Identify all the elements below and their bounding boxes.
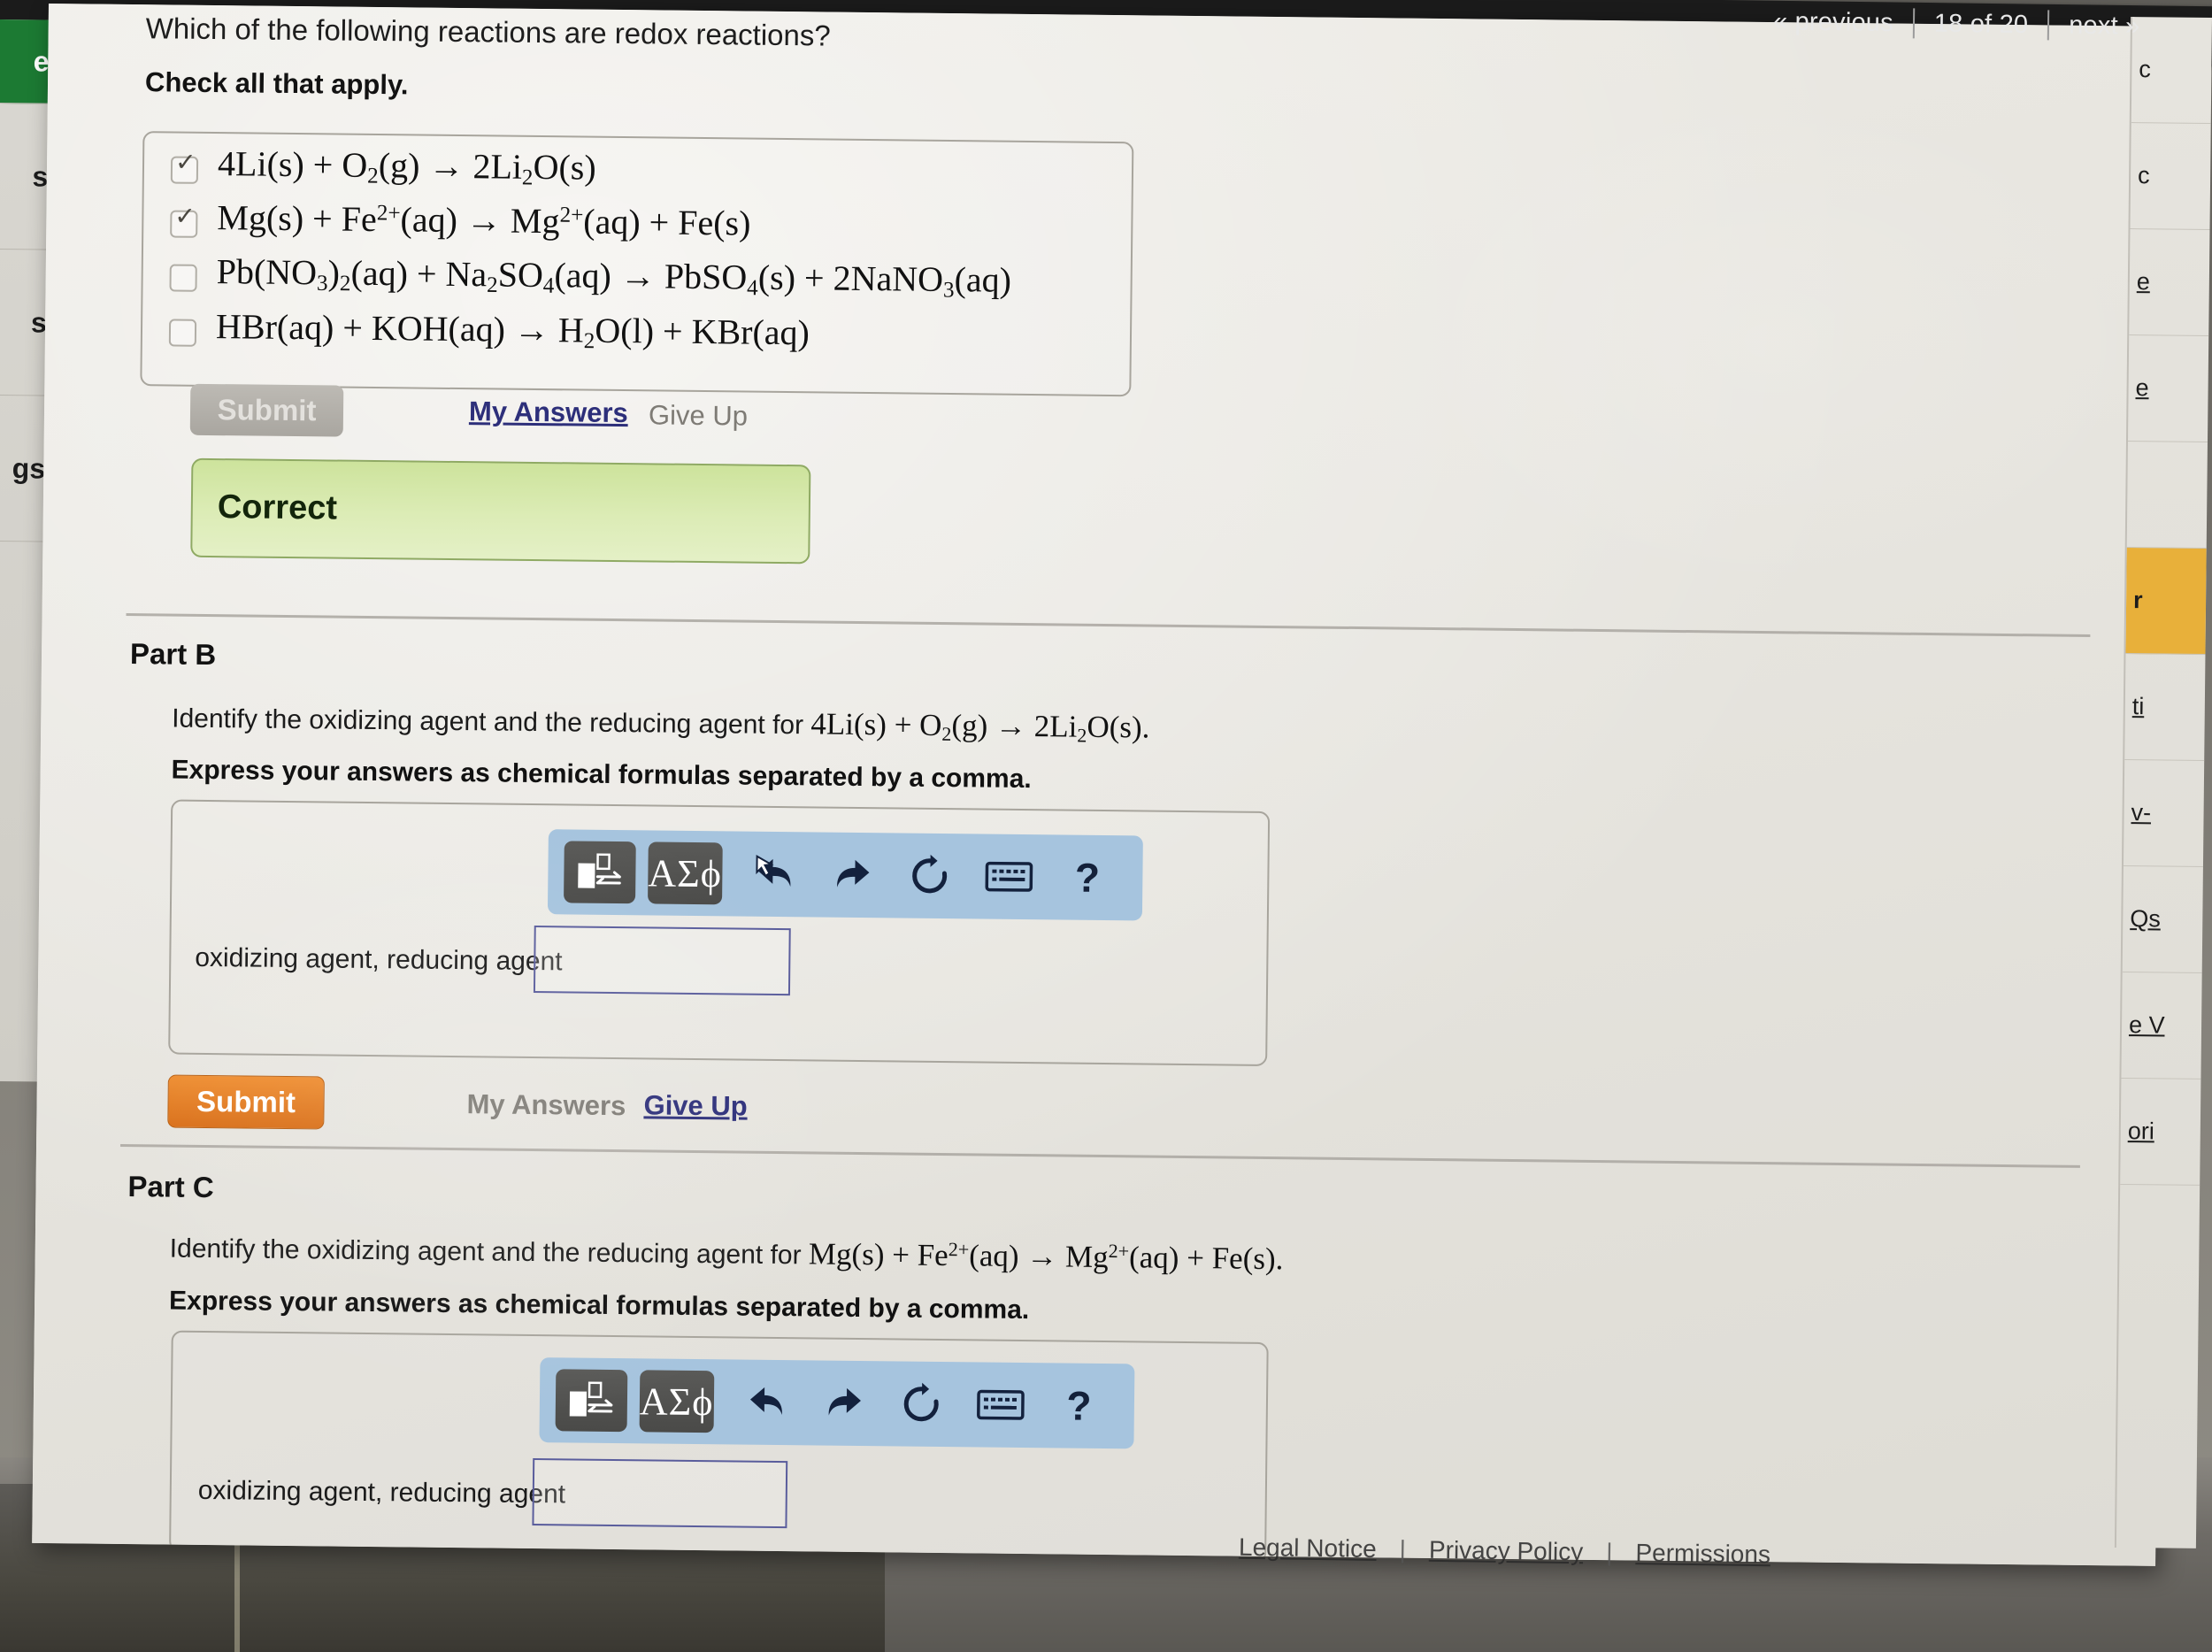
option-equation: 4Li(s) + O2(g) → 2Li2O(s) (217, 143, 596, 190)
template-box-icon[interactable] (564, 841, 636, 904)
right-panel-row[interactable]: ori (2120, 1078, 2201, 1186)
help-icon[interactable]: ? (1040, 1374, 1118, 1437)
give-up-link-part-a[interactable]: Give Up (649, 399, 748, 432)
right-panel-row-highlighted[interactable]: r (2125, 548, 2207, 655)
option-row-3[interactable]: HBr(aq) + KOH(aq) → H2O(l) + KBr(aq) (168, 306, 810, 356)
feedback-text: Correct (217, 488, 338, 527)
part-c-heading: Part C (127, 1170, 214, 1204)
undo-icon[interactable] (726, 1371, 804, 1433)
part-b-equation-toolbar: ΑΣϕ ? (547, 829, 1143, 921)
sidebar-item-0[interactable]: e (0, 19, 55, 104)
legal-notice-link[interactable]: Legal Notice (1239, 1533, 1377, 1564)
part-b-answer-input[interactable] (533, 925, 791, 996)
give-up-link-part-b[interactable]: Give Up (643, 1089, 748, 1122)
option-equation: Pb(NO3)2(aq) + Na2SO4(aq) → PbSO4(s) + 2… (216, 251, 1012, 303)
right-panel-row[interactable]: v- (2123, 760, 2205, 867)
options-group: 4Li(s) + O2(g) → 2Li2O(s) Mg(s) + Fe2+(a… (140, 131, 1134, 397)
right-panel-row (2126, 442, 2208, 549)
part-b-heading: Part B (129, 637, 217, 672)
right-panel-row[interactable]: ti (2124, 654, 2206, 761)
redo-icon[interactable] (804, 1372, 883, 1434)
next-link[interactable]: next » (2049, 11, 2160, 42)
checkbox-icon[interactable] (170, 156, 199, 184)
reset-icon[interactable] (882, 1372, 961, 1435)
template-box-icon[interactable] (555, 1369, 628, 1433)
checkbox-icon[interactable] (168, 319, 197, 347)
right-panel-row[interactable]: c (2130, 123, 2211, 230)
feedback-correct-banner: Correct (190, 457, 811, 565)
right-panel-row[interactable]: Qs (2122, 866, 2203, 973)
question-navigation: « previous 18 of 20 next » (1753, 6, 2159, 42)
privacy-policy-link[interactable]: Privacy Policy (1429, 1536, 1584, 1566)
checkbox-icon[interactable] (170, 210, 198, 238)
help-icon[interactable]: ? (1048, 846, 1126, 909)
part-c-prompt-equation: Mg(s) + Fe2+(aq) → Mg2+(aq) + Fe(s). (808, 1236, 1284, 1277)
keyboard-icon[interactable] (961, 1373, 1040, 1436)
my-answers-link-part-b[interactable]: My Answers (466, 1088, 626, 1122)
part-c-answer-panel: ΑΣϕ ? oxidizing agent, reducing agent (169, 1330, 1269, 1564)
option-row-2[interactable]: Pb(NO3)2(aq) + Na2SO4(aq) → PbSO4(s) + 2… (169, 251, 1011, 303)
part-c-equation-toolbar: ΑΣϕ ? (539, 1357, 1135, 1449)
part-b-prompt-equation: 4Li(s) + O2(g) → 2Li2O(s). (810, 706, 1150, 747)
part-b-answer-panel: ΑΣϕ ? oxidizing agent, reducing agent (168, 799, 1271, 1066)
my-answers-link-part-a[interactable]: My Answers (469, 396, 628, 429)
part-b-answer-label: oxidizing agent, reducing agent (195, 942, 563, 977)
greek-symbols-icon[interactable]: ΑΣϕ (639, 1370, 714, 1433)
assignment-window: Which of the following reactions are red… (32, 4, 2172, 1566)
secondary-window-edge: c c e e r ti v- Qs e V ori (2114, 17, 2212, 1548)
option-row-0[interactable]: 4Li(s) + O2(g) → 2Li2O(s) (170, 143, 596, 191)
option-equation: HBr(aq) + KOH(aq) → H2O(l) + KBr(aq) (215, 306, 810, 354)
submit-button-part-b[interactable]: Submit (167, 1074, 325, 1130)
part-c-answer-input[interactable] (532, 1458, 788, 1529)
reset-icon[interactable] (891, 844, 970, 907)
greek-symbols-icon[interactable]: ΑΣϕ (648, 841, 723, 905)
redo-icon[interactable] (812, 843, 891, 906)
right-panel-row[interactable]: e (2127, 335, 2209, 442)
footer-separator: | (1399, 1535, 1407, 1564)
question-counter: 18 of 20 (1933, 9, 2029, 39)
part-b-prompt-text: Identify the oxidizing agent and the red… (172, 703, 811, 741)
permissions-link[interactable]: Permissions (1635, 1539, 1770, 1569)
part-c-prompt-text: Identify the oxidizing agent and the red… (169, 1233, 810, 1271)
submit-button-part-a[interactable]: Submit (189, 383, 344, 437)
option-row-1[interactable]: Mg(s) + Fe2+(aq) → Mg2+(aq) + Fe(s) (170, 197, 751, 244)
right-panel-row[interactable]: e V (2121, 972, 2202, 1080)
checkbox-icon[interactable] (169, 264, 197, 292)
keyboard-icon[interactable] (970, 845, 1048, 908)
check-all-instruction: Check all that apply. (144, 66, 409, 101)
undo-icon[interactable] (734, 842, 813, 905)
previous-link[interactable]: « previous (1753, 7, 1912, 38)
part-c-answer-label: oxidizing agent, reducing agent (197, 1475, 566, 1510)
right-panel-row[interactable]: e (2129, 229, 2210, 336)
footer-separator: | (1605, 1538, 1613, 1566)
option-equation: Mg(s) + Fe2+(aq) → Mg2+(aq) + Fe(s) (217, 197, 751, 243)
